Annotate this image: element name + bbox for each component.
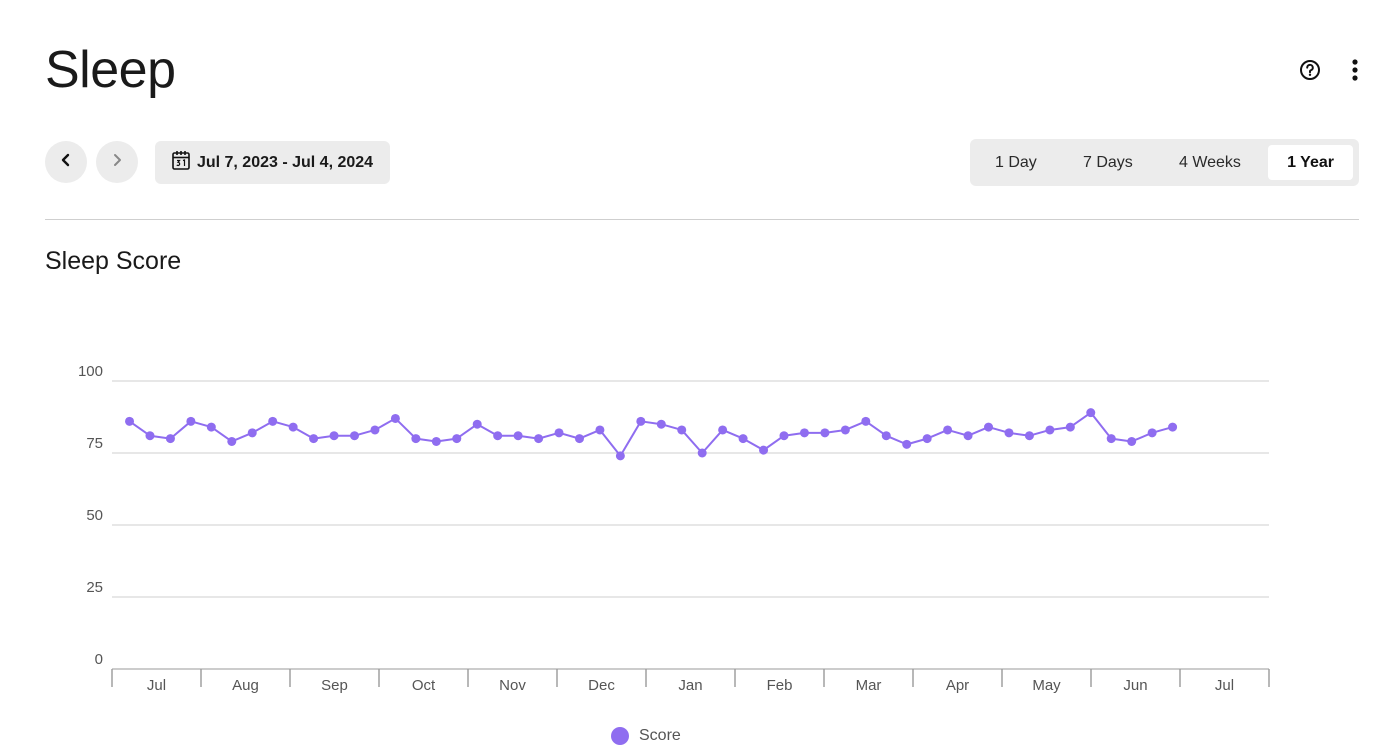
data-point (820, 428, 830, 438)
data-point (1147, 428, 1157, 438)
data-point (390, 413, 400, 423)
data-point (984, 422, 994, 432)
y-tick-label: 50 (86, 507, 103, 524)
x-tick-label: Aug (232, 677, 259, 694)
data-point (697, 448, 707, 458)
data-point (1004, 428, 1014, 438)
data-point (513, 431, 523, 441)
x-tick-label: Jan (678, 677, 702, 694)
data-point (206, 422, 216, 432)
data-point (309, 434, 319, 444)
x-tick-label: Jul (1215, 677, 1234, 694)
data-point (1086, 408, 1096, 418)
data-point (779, 431, 789, 441)
y-tick-label: 100 (78, 363, 103, 380)
data-point (759, 445, 769, 455)
data-point (963, 431, 973, 441)
data-point (534, 434, 544, 444)
data-point (431, 436, 441, 446)
data-point (288, 422, 298, 432)
legend-label: Score (639, 727, 681, 744)
x-tick-label: Jun (1123, 677, 1147, 694)
data-point (615, 451, 625, 461)
data-point (411, 434, 421, 444)
data-point (452, 434, 462, 444)
x-tick-label: Jul (147, 677, 166, 694)
x-tick-label: Apr (946, 677, 969, 694)
data-point (656, 419, 666, 429)
data-point (165, 434, 175, 444)
data-point (472, 419, 482, 429)
x-tick-label: Sep (321, 677, 348, 694)
data-point (125, 416, 135, 426)
data-point (493, 431, 503, 441)
x-tick-label: Feb (767, 677, 793, 694)
data-point (329, 431, 339, 441)
data-point (881, 431, 891, 441)
data-point (1168, 422, 1178, 432)
data-point (1065, 422, 1075, 432)
data-point (370, 425, 380, 435)
x-tick-label: Nov (499, 677, 526, 694)
data-point (268, 416, 278, 426)
x-tick-label: Oct (412, 677, 436, 694)
data-point (840, 425, 850, 435)
data-point (227, 436, 237, 446)
legend-swatch (611, 727, 629, 745)
x-tick-label: May (1032, 677, 1061, 694)
data-point (718, 425, 728, 435)
data-point (922, 434, 932, 444)
data-point (595, 425, 605, 435)
data-point (145, 431, 155, 441)
data-point (636, 416, 646, 426)
data-point (574, 434, 584, 444)
data-point (554, 428, 564, 438)
y-tick-label: 0 (95, 651, 103, 668)
data-point (902, 439, 912, 449)
data-point (677, 425, 687, 435)
y-tick-label: 25 (86, 579, 103, 596)
x-tick-label: Mar (856, 677, 882, 694)
sleep-score-chart: 0 25 50 75 100 Jul Aug Sep Oct Nov Dec Jan Feb Mar Apr… (78, 363, 1270, 694)
data-point (861, 416, 871, 426)
y-tick-label: 75 (86, 435, 103, 452)
data-point (186, 416, 196, 426)
data-point (350, 431, 360, 441)
data-point (1024, 431, 1034, 441)
data-point (1045, 425, 1055, 435)
chart-legend: Score (611, 727, 681, 745)
data-point (943, 425, 953, 435)
data-point (247, 428, 257, 438)
data-point (1127, 436, 1137, 446)
data-point (738, 434, 748, 444)
series-line (128, 411, 1173, 457)
x-tick-label: Dec (588, 677, 615, 694)
data-point (1106, 434, 1116, 444)
data-point (799, 428, 809, 438)
